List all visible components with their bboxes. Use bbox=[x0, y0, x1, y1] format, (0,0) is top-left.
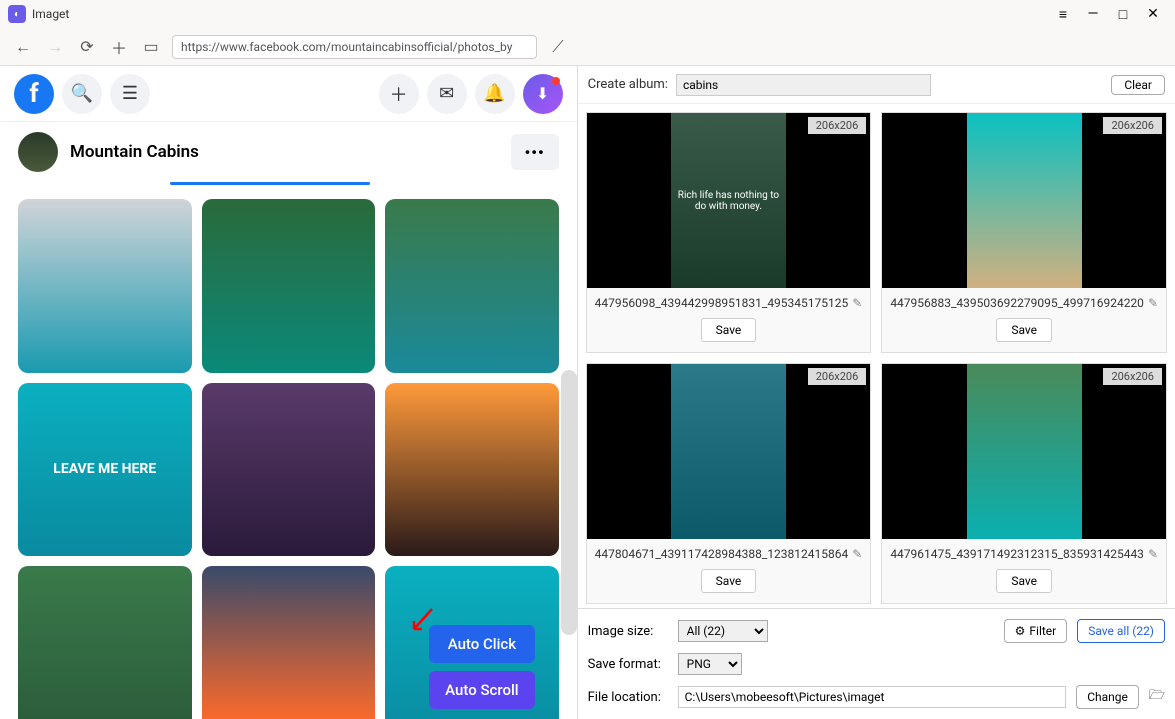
browser-pane: f 🔍 ☰ ＋ ✉ 🔔 ⬇ Mountain Cabins ••• LEAVE … bbox=[0, 66, 578, 719]
album-label: Create album: bbox=[588, 77, 668, 92]
save-button[interactable]: Save bbox=[996, 569, 1052, 593]
facebook-header: f 🔍 ☰ ＋ ✉ 🔔 ⬇ bbox=[0, 66, 577, 122]
window-minimize-button[interactable]: — bbox=[1079, 3, 1107, 25]
clear-button[interactable]: Clear bbox=[1111, 75, 1165, 95]
window-maximize-button[interactable]: □ bbox=[1109, 3, 1137, 25]
save-button[interactable]: Save bbox=[701, 318, 757, 342]
change-location-button[interactable]: Change bbox=[1076, 685, 1139, 709]
thumbnail-card: 206x206 447956883_439503692279095_499716… bbox=[881, 112, 1167, 353]
nav-back-button[interactable]: ← bbox=[12, 36, 34, 58]
annotation-arrow-icon bbox=[404, 607, 434, 637]
extension-download-icon[interactable]: ⬇ bbox=[523, 74, 563, 114]
auto-click-button[interactable]: Auto Click bbox=[429, 625, 534, 663]
menu-icon[interactable]: ☰ bbox=[110, 74, 150, 114]
photo-tile[interactable] bbox=[385, 199, 559, 373]
nav-pages-icon[interactable]: ▭ bbox=[140, 36, 162, 58]
edit-icon[interactable]: ✎ bbox=[852, 296, 862, 310]
thumbnail-filename: 447956098_439442998951831_495345175125 bbox=[595, 296, 849, 310]
save-format-label: Save format: bbox=[588, 657, 668, 672]
save-format-select[interactable]: PNG bbox=[678, 653, 742, 675]
scrollbar-thumb[interactable] bbox=[561, 370, 577, 635]
nav-forward-button[interactable]: → bbox=[44, 36, 66, 58]
page-header: Mountain Cabins ••• bbox=[0, 122, 577, 182]
thumbnail-image[interactable]: Rich life has nothing to do with money. … bbox=[587, 113, 871, 288]
file-location-input[interactable] bbox=[678, 686, 1067, 708]
photo-tile[interactable] bbox=[202, 383, 376, 557]
app-logo-icon: ◐ bbox=[8, 5, 26, 23]
thumbnail-filename: 447804671_439117428984388_123812415864 bbox=[595, 547, 849, 561]
plus-icon[interactable]: ＋ bbox=[379, 74, 419, 114]
photo-tile[interactable] bbox=[202, 566, 376, 719]
bell-icon[interactable]: 🔔 bbox=[475, 74, 515, 114]
url-input[interactable] bbox=[172, 35, 537, 59]
save-button[interactable]: Save bbox=[996, 318, 1052, 342]
photo-tile[interactable] bbox=[202, 199, 376, 373]
save-button[interactable]: Save bbox=[701, 569, 757, 593]
window-close-button[interactable]: ✕ bbox=[1139, 3, 1167, 25]
thumbnail-image[interactable]: 206x206 bbox=[882, 364, 1166, 539]
edit-icon[interactable]: ✎ bbox=[852, 547, 862, 561]
page-avatar[interactable] bbox=[18, 132, 58, 172]
thumbnail-filename: 447961475_439171492312315_835931425443 bbox=[890, 547, 1144, 561]
thumbnail-card: 206x206 447804671_439117428984388_123812… bbox=[586, 363, 872, 604]
toolbar: ← → ⟳ ＋ ▭ ⟋ bbox=[0, 28, 1175, 66]
thumbnail-image[interactable]: 206x206 bbox=[882, 113, 1166, 288]
photo-tile[interactable]: LEAVE ME HERE bbox=[18, 383, 192, 557]
edit-icon[interactable]: ✎ bbox=[1148, 296, 1158, 310]
window-menu-button[interactable]: ≡ bbox=[1049, 3, 1077, 25]
save-all-button[interactable]: Save all (22) bbox=[1077, 619, 1165, 643]
thumbnail-card: Rich life has nothing to do with money. … bbox=[586, 112, 872, 353]
nav-add-button[interactable]: ＋ bbox=[108, 36, 130, 58]
thumbnail-filename: 447956883_439503692279095_499716924220 bbox=[890, 296, 1144, 310]
dimension-badge: 206x206 bbox=[1103, 368, 1162, 385]
photo-tile[interactable] bbox=[385, 383, 559, 557]
photo-tile[interactable] bbox=[18, 199, 192, 373]
nav-reload-button[interactable]: ⟳ bbox=[76, 36, 98, 58]
search-icon[interactable]: 🔍 bbox=[62, 74, 102, 114]
dimension-badge: 206x206 bbox=[808, 117, 867, 134]
dimension-badge: 206x206 bbox=[808, 368, 867, 385]
page-more-button[interactable]: ••• bbox=[511, 134, 559, 170]
photo-tile[interactable] bbox=[18, 566, 192, 719]
image-size-label: Image size: bbox=[588, 624, 668, 639]
album-name-input[interactable] bbox=[676, 74, 931, 96]
thumbnail-image[interactable]: 206x206 bbox=[587, 364, 871, 539]
page-title: Mountain Cabins bbox=[70, 142, 499, 162]
image-size-select[interactable]: All (22) bbox=[678, 620, 768, 642]
filter-button[interactable]: ⚙Filter bbox=[1004, 619, 1068, 643]
messenger-icon[interactable]: ✉ bbox=[427, 74, 467, 114]
download-pane: Create album: Clear Rich life has nothin… bbox=[578, 66, 1175, 719]
filter-icon: ⚙ bbox=[1015, 624, 1026, 638]
facebook-logo-icon[interactable]: f bbox=[14, 74, 54, 114]
edit-icon[interactable]: ✎ bbox=[1148, 547, 1158, 561]
dimension-badge: 206x206 bbox=[1103, 117, 1162, 134]
folder-icon[interactable]: 🗁 bbox=[1149, 686, 1165, 708]
app-name: Imaget bbox=[32, 7, 69, 21]
thumbnail-card: 206x206 447961475_439171492312315_835931… bbox=[881, 363, 1167, 604]
eyedropper-icon[interactable]: ⟋ bbox=[547, 36, 569, 58]
auto-scroll-button[interactable]: Auto Scroll bbox=[429, 671, 534, 709]
file-location-label: File location: bbox=[588, 690, 668, 705]
titlebar: ◐ Imaget ≡ — □ ✕ bbox=[0, 0, 1175, 28]
